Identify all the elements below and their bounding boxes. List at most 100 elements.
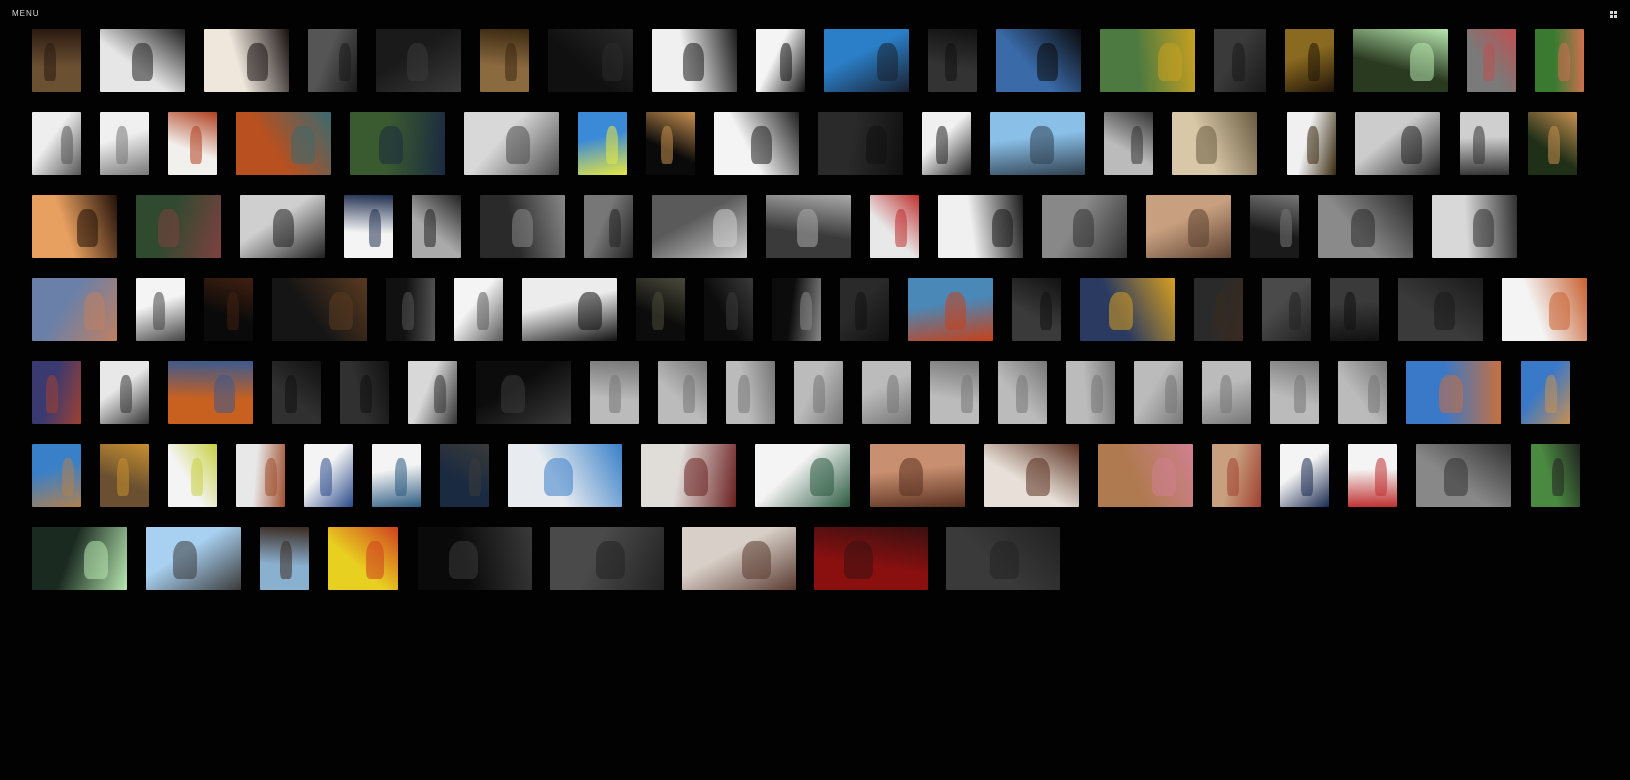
- gallery-thumbnail[interactable]: [652, 195, 747, 258]
- gallery-thumbnail[interactable]: [1460, 112, 1509, 175]
- gallery-thumbnail[interactable]: [32, 361, 81, 424]
- gallery-thumbnail[interactable]: [1250, 195, 1299, 258]
- gallery-thumbnail[interactable]: [508, 444, 622, 507]
- gallery-thumbnail[interactable]: [1104, 112, 1153, 175]
- gallery-thumbnail[interactable]: [168, 112, 217, 175]
- gallery-thumbnail[interactable]: [870, 444, 965, 507]
- gallery-thumbnail[interactable]: [938, 195, 1023, 258]
- gallery-thumbnail[interactable]: [308, 29, 357, 92]
- gallery-thumbnail[interactable]: [344, 195, 393, 258]
- gallery-thumbnail[interactable]: [1080, 278, 1175, 341]
- gallery-thumbnail[interactable]: [418, 527, 532, 590]
- gallery-thumbnail[interactable]: [578, 112, 627, 175]
- gallery-thumbnail[interactable]: [922, 112, 971, 175]
- gallery-thumbnail[interactable]: [1098, 444, 1193, 507]
- gallery-thumbnail[interactable]: [1287, 112, 1336, 175]
- gallery-thumbnail[interactable]: [32, 278, 117, 341]
- gallery-thumbnail[interactable]: [1280, 444, 1329, 507]
- gallery-thumbnail[interactable]: [236, 112, 331, 175]
- gallery-thumbnail[interactable]: [1398, 278, 1483, 341]
- gallery-thumbnail[interactable]: [350, 112, 445, 175]
- gallery-thumbnail[interactable]: [386, 278, 435, 341]
- gallery-thumbnail[interactable]: [1330, 278, 1379, 341]
- gallery-thumbnail[interactable]: [794, 361, 843, 424]
- gallery-thumbnail[interactable]: [1100, 29, 1195, 92]
- gallery-thumbnail[interactable]: [204, 278, 253, 341]
- gallery-thumbnail[interactable]: [240, 195, 325, 258]
- gallery-thumbnail[interactable]: [204, 29, 289, 92]
- gallery-thumbnail[interactable]: [1066, 361, 1115, 424]
- gallery-thumbnail[interactable]: [1353, 29, 1448, 92]
- gallery-thumbnail[interactable]: [1212, 444, 1261, 507]
- gallery-thumbnail[interactable]: [1535, 29, 1584, 92]
- gallery-thumbnail[interactable]: [636, 278, 685, 341]
- gallery-thumbnail[interactable]: [408, 361, 457, 424]
- gallery-thumbnail[interactable]: [984, 444, 1079, 507]
- gallery-thumbnail[interactable]: [548, 29, 633, 92]
- gallery-thumbnail[interactable]: [1348, 444, 1397, 507]
- gallery-thumbnail[interactable]: [328, 527, 398, 590]
- gallery-thumbnail[interactable]: [726, 361, 775, 424]
- gallery-thumbnail[interactable]: [1416, 444, 1511, 507]
- gallery-thumbnail[interactable]: [1146, 195, 1231, 258]
- gallery-thumbnail[interactable]: [1285, 29, 1334, 92]
- gallery-thumbnail[interactable]: [146, 527, 241, 590]
- gallery-thumbnail[interactable]: [996, 29, 1081, 92]
- gallery-thumbnail[interactable]: [1214, 29, 1266, 92]
- gallery-thumbnail[interactable]: [32, 527, 127, 590]
- gallery-thumbnail[interactable]: [260, 527, 309, 590]
- gallery-thumbnail[interactable]: [1172, 112, 1257, 175]
- gallery-thumbnail[interactable]: [32, 29, 81, 92]
- gallery-thumbnail[interactable]: [272, 361, 321, 424]
- gallery-thumbnail[interactable]: [766, 195, 851, 258]
- gallery-thumbnail[interactable]: [480, 29, 529, 92]
- gallery-thumbnail[interactable]: [1318, 195, 1413, 258]
- gallery-thumbnail[interactable]: [1134, 361, 1183, 424]
- gallery-thumbnail[interactable]: [32, 195, 117, 258]
- gallery-thumbnail[interactable]: [168, 361, 253, 424]
- gallery-thumbnail[interactable]: [440, 444, 489, 507]
- gallery-thumbnail[interactable]: [236, 444, 285, 507]
- gallery-thumbnail[interactable]: [1355, 112, 1440, 175]
- gallery-thumbnail[interactable]: [1432, 195, 1517, 258]
- gallery-thumbnail[interactable]: [641, 444, 736, 507]
- gallery-thumbnail[interactable]: [1502, 278, 1587, 341]
- gallery-thumbnail[interactable]: [1467, 29, 1516, 92]
- gallery-thumbnail[interactable]: [756, 29, 805, 92]
- gallery-thumbnail[interactable]: [755, 444, 850, 507]
- gallery-thumbnail[interactable]: [168, 444, 217, 507]
- gallery-thumbnail[interactable]: [870, 195, 919, 258]
- gallery-thumbnail[interactable]: [464, 112, 559, 175]
- gallery-thumbnail[interactable]: [100, 29, 185, 92]
- gallery-thumbnail[interactable]: [550, 527, 664, 590]
- gallery-thumbnail[interactable]: [340, 361, 389, 424]
- gallery-thumbnail[interactable]: [862, 361, 911, 424]
- gallery-thumbnail[interactable]: [1338, 361, 1387, 424]
- gallery-thumbnail[interactable]: [136, 195, 221, 258]
- gallery-thumbnail[interactable]: [946, 527, 1060, 590]
- gallery-thumbnail[interactable]: [704, 278, 753, 341]
- gallery-thumbnail[interactable]: [928, 29, 977, 92]
- gallery-thumbnail[interactable]: [454, 278, 503, 341]
- gallery-thumbnail[interactable]: [658, 361, 707, 424]
- gallery-thumbnail[interactable]: [522, 278, 617, 341]
- gallery-thumbnail[interactable]: [590, 361, 639, 424]
- gallery-thumbnail[interactable]: [100, 361, 149, 424]
- gallery-thumbnail[interactable]: [1531, 444, 1580, 507]
- gallery-thumbnail[interactable]: [304, 444, 353, 507]
- gallery-thumbnail[interactable]: [652, 29, 737, 92]
- gallery-thumbnail[interactable]: [584, 195, 633, 258]
- gallery-thumbnail[interactable]: [824, 29, 909, 92]
- gallery-thumbnail[interactable]: [998, 361, 1047, 424]
- gallery-thumbnail[interactable]: [682, 527, 796, 590]
- gallery-thumbnail[interactable]: [272, 278, 367, 341]
- gallery-thumbnail[interactable]: [908, 278, 993, 341]
- gallery-thumbnail[interactable]: [818, 112, 903, 175]
- gallery-thumbnail[interactable]: [100, 444, 149, 507]
- gallery-thumbnail[interactable]: [930, 361, 979, 424]
- gallery-thumbnail[interactable]: [136, 278, 185, 341]
- gallery-thumbnail[interactable]: [1528, 112, 1577, 175]
- gallery-thumbnail[interactable]: [476, 361, 571, 424]
- gallery-thumbnail[interactable]: [1262, 278, 1311, 341]
- gallery-thumbnail[interactable]: [814, 527, 928, 590]
